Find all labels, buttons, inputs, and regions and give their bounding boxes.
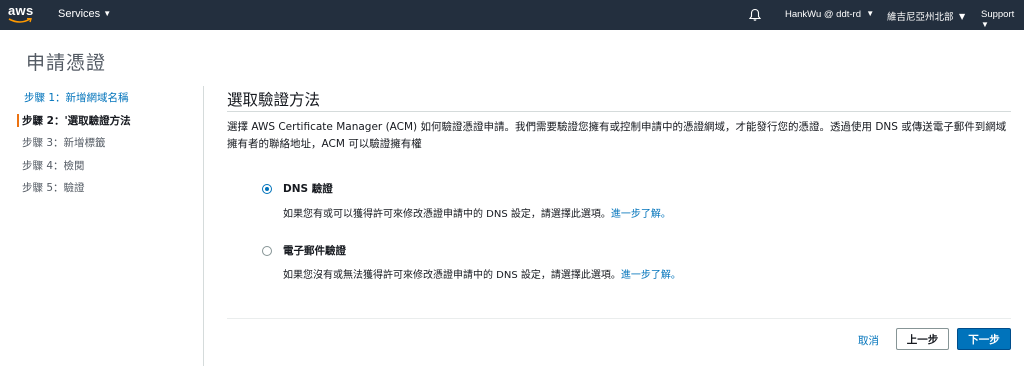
account-menu[interactable]: HankWu @ ddt-rd ▼	[785, 9, 874, 20]
account-label: HankWu @ ddt-rd	[785, 9, 861, 20]
page-title: 申請憑證	[26, 52, 107, 74]
region-menu[interactable]: 維吉尼亞州北部 ▼	[887, 9, 965, 23]
step-1-link[interactable]: 步驟 1：新增網域名稱	[24, 90, 192, 113]
services-label: Services	[58, 8, 101, 20]
aws-logo[interactable]: aws	[8, 4, 34, 26]
email-validation-radio[interactable]	[262, 246, 272, 256]
email-validation-description: 如果您沒有或無法獲得許可來修改憑證申請中的 DNS 設定，請選擇此選項。進一步了…	[283, 266, 681, 281]
wizard-steps: 步驟 1：新增網域名稱 步驟 2：'選取驗證方法 步驟 3：新增標籤 步驟 4：…	[17, 90, 192, 203]
aws-logo-text: aws	[8, 3, 34, 18]
step-2-current: 步驟 2：'選取驗證方法	[17, 113, 192, 136]
step-4: 步驟 4：檢閱	[22, 159, 85, 172]
smile-arrow-icon	[8, 18, 32, 23]
caret-down-icon: ▼	[103, 9, 112, 18]
section-divider	[227, 111, 1011, 112]
region-label: 維吉尼亞州北部	[887, 12, 954, 23]
step-5: 步驟 5：驗證	[22, 182, 85, 194]
section-description: 選擇 AWS Certificate Manager (ACM) 如何驗證憑證申…	[227, 121, 1007, 150]
caret-down-icon: ▼	[981, 20, 989, 29]
sidebar-divider	[203, 86, 204, 366]
top-navigation-bar: aws Services ▼ HankWu @ ddt-rd ▼ 維吉尼亞州北部 …	[0, 0, 1024, 30]
email-validation-label[interactable]: 電子郵件驗證	[283, 243, 346, 258]
next-button[interactable]: 下一步	[957, 328, 1011, 350]
dns-validation-radio[interactable]	[262, 184, 272, 194]
step-3: 步驟 3：新增標籤	[22, 137, 106, 149]
services-menu[interactable]: Services ▼	[58, 8, 111, 20]
dns-learn-more-link[interactable]: 進一步了解。	[611, 209, 671, 220]
email-validation-description-text: 如果您沒有或無法獲得許可來修改憑證申請中的 DNS 設定，請選擇此選項。	[283, 270, 621, 281]
dns-validation-description: 如果您有或可以獲得許可來修改憑證申請中的 DNS 設定，請選擇此選項。進一步了解…	[283, 205, 671, 220]
notification-bell-icon[interactable]	[748, 8, 762, 22]
previous-button[interactable]: 上一步	[896, 328, 949, 350]
support-label: Support	[981, 9, 1015, 20]
dns-validation-label[interactable]: DNS 驗證	[283, 181, 333, 196]
support-menu[interactable]: Support ▼	[981, 9, 1024, 31]
email-learn-more-link[interactable]: 進一步了解。	[621, 270, 681, 281]
cancel-button[interactable]: 取消	[858, 333, 879, 348]
caret-down-icon: ▼	[864, 9, 875, 18]
section-title: 選取驗證方法	[227, 91, 321, 109]
footer-divider	[227, 318, 1011, 319]
caret-down-icon: ▼	[956, 12, 966, 21]
dns-validation-description-text: 如果您有或可以獲得許可來修改憑證申請中的 DNS 設定，請選擇此選項。	[283, 209, 611, 220]
